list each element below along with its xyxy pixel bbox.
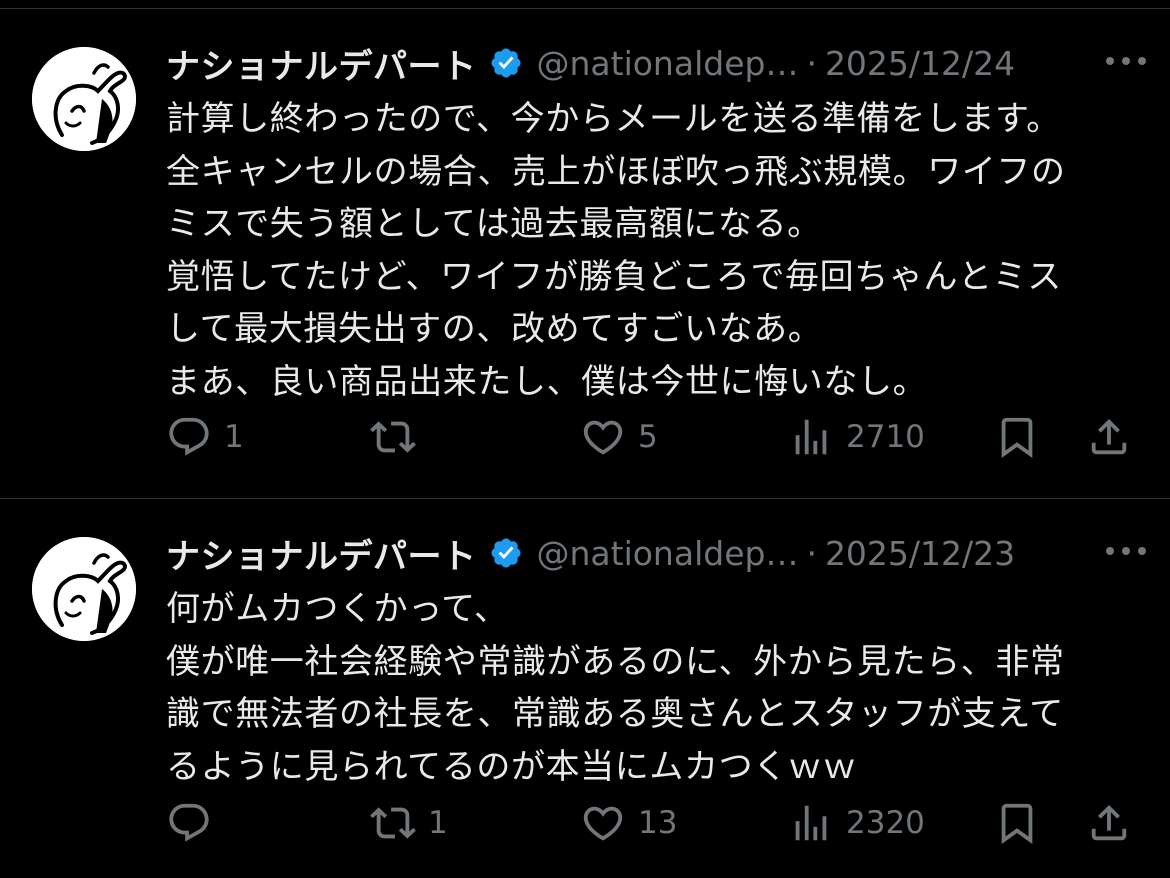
more-options-icon[interactable] xyxy=(1106,55,1146,67)
author-name[interactable]: ナショナルデパート xyxy=(166,529,477,578)
separator-dot: · xyxy=(806,533,817,573)
views-chart-icon xyxy=(795,805,827,841)
tweet-text-line: 何がムカつくかって、 xyxy=(166,589,509,629)
share-icon xyxy=(1091,804,1127,841)
views-button[interactable]: 2320 xyxy=(788,793,925,853)
views-button[interactable]: 2710 xyxy=(788,407,925,467)
retweet-icon xyxy=(370,421,416,453)
bookmark-icon xyxy=(1001,803,1033,844)
tweet-text-line: 識で無法者の社長を、常識ある奥さんとスタッフが支えて xyxy=(166,694,1064,734)
like-count: 5 xyxy=(638,419,658,455)
heart-icon xyxy=(583,420,623,455)
like-count: 13 xyxy=(638,805,678,841)
reply-icon xyxy=(169,417,209,456)
tweet-2[interactable]: ナショナルデパート @nationaldep… · 2025/12/23 何がム… xyxy=(0,499,1170,878)
like-button[interactable]: 13 xyxy=(580,793,677,853)
view-count: 2710 xyxy=(846,419,925,455)
tweet-text-line: 計算し終わったので、今からメールを送る準備をします。 xyxy=(166,99,1061,139)
view-count: 2320 xyxy=(846,805,925,841)
tweet-text-line: して最大損失出すの、改めてすごいなあ。 xyxy=(166,309,823,349)
timeline: ナショナルデパート @nationaldep… · 2025/12/24 計算し… xyxy=(0,0,1170,878)
verified-badge-icon xyxy=(490,538,521,568)
separator-dot: · xyxy=(806,43,817,83)
tweet-header: ナショナルデパート @nationaldep… · 2025/12/23 xyxy=(166,529,1146,577)
reply-button[interactable] xyxy=(166,793,224,853)
avatar[interactable] xyxy=(32,537,136,641)
tweet-text-line: まあ、良い商品出来たし、僕は今世に悔いなし。 xyxy=(166,361,928,402)
tweet-text-line: 全キャンセルの場合、売上がほぼ吹っ飛ぶ規模。ワイフの xyxy=(166,151,1066,192)
author-handle[interactable]: @nationaldep… xyxy=(537,44,799,83)
tweet-text-line: ミスで失う額としては過去最高額になる。 xyxy=(166,204,822,244)
more-options-icon[interactable] xyxy=(1106,545,1146,557)
tweet-header: ナショナルデパート @nationaldep… · 2025/12/24 xyxy=(166,39,1146,87)
author-name[interactable]: ナショナルデパート xyxy=(166,39,477,88)
bookmark-button[interactable] xyxy=(994,793,1040,853)
reply-icon xyxy=(169,803,209,842)
tweet-date[interactable]: 2025/12/24 xyxy=(825,44,1015,83)
heart-icon xyxy=(583,806,623,841)
action-bar: 1 13 2320 xyxy=(166,793,1146,853)
tweet-1[interactable]: ナショナルデパート @nationaldep… · 2025/12/24 計算し… xyxy=(0,9,1170,498)
verified-badge-icon xyxy=(490,48,521,78)
reply-button[interactable]: 1 xyxy=(166,407,244,467)
share-button[interactable] xyxy=(1086,793,1132,853)
retweet-icon xyxy=(370,807,416,839)
author-handle[interactable]: @nationaldep… xyxy=(537,534,799,573)
action-bar: 1 5 2710 xyxy=(166,407,1146,467)
retweet-count: 1 xyxy=(428,805,448,841)
share-button[interactable] xyxy=(1086,407,1132,467)
tweet-text-line: 僕が唯一社会経験や常識があるのに、外から見たら、非常 xyxy=(166,641,1065,682)
retweet-button[interactable] xyxy=(370,407,428,467)
bookmark-icon xyxy=(1001,417,1033,458)
share-icon xyxy=(1091,418,1127,455)
tweet-text: 何がムカつくかって、 僕が唯一社会経験や常識があるのに、外から見たら、非常 識で… xyxy=(166,583,1126,793)
reply-count: 1 xyxy=(224,419,244,455)
bookmark-button[interactable] xyxy=(994,407,1040,467)
like-button[interactable]: 5 xyxy=(580,407,658,467)
retweet-button[interactable]: 1 xyxy=(370,793,448,853)
avatar[interactable] xyxy=(32,47,136,151)
tweet-text-line: るように見られてるのが本当にムカつくｗｗ xyxy=(166,746,857,787)
views-chart-icon xyxy=(795,419,827,455)
tweet-text-line: 覚悟してたけど、ワイフが勝負どころで毎回ちゃんとミス xyxy=(166,256,1062,297)
tweet-date[interactable]: 2025/12/23 xyxy=(825,534,1015,573)
tweet-text: 計算し終わったので、今からメールを送る準備をします。 全キャンセルの場合、売上が… xyxy=(166,93,1126,408)
